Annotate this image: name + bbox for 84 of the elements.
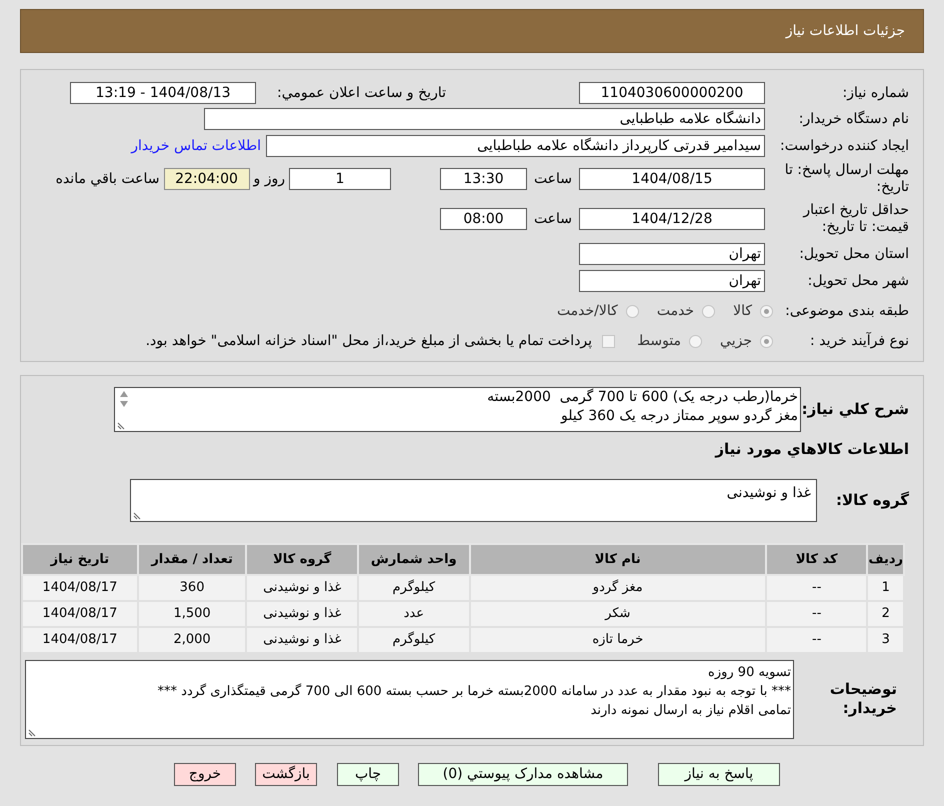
table-cell: عدد (358, 601, 470, 627)
action-button[interactable]: پاسخ به نیاز (658, 763, 780, 786)
text-area[interactable]: غذا و نوشیدنی (130, 478, 817, 522)
field-label: ایجاد کننده درخواست: (779, 138, 910, 154)
table-cell: 3 (867, 627, 904, 653)
text-field[interactable]: دانشگاه علامه طباطبایی (204, 108, 765, 130)
table-cell: 1404/08/17 (22, 627, 138, 653)
text-field[interactable]: 1404/08/13 - 13:19 (70, 82, 256, 104)
field-label: طبقه بندی موضوعی: (784, 302, 910, 320)
field-label: نوع فرآیند خرید : (809, 331, 910, 350)
radio-button[interactable] (689, 334, 702, 348)
radio-label: خدمت (656, 302, 694, 320)
column-header: تعداد / مقدار (138, 544, 246, 575)
column-header: تاریخ نیاز (22, 544, 138, 575)
radio-label: متوسط (637, 332, 682, 350)
text-field[interactable]: تهران (579, 270, 765, 292)
table-cell: 1404/08/17 (22, 601, 138, 627)
radio-label: کالا/خدمت (556, 302, 618, 320)
field-label: ساعت باقي مانده (56, 170, 160, 188)
table-cell: 2 (867, 601, 904, 627)
section-heading: اطلاعات کالاهاي مورد نیاز (714, 439, 909, 460)
radio-button[interactable] (760, 334, 773, 348)
text-field[interactable]: 1404/08/15 (579, 168, 765, 190)
table-cell: -- (766, 601, 868, 627)
remaining-time: 22:04:00 (164, 168, 250, 190)
field-label: گروه کالا: (835, 490, 909, 511)
resize-grip-icon (28, 729, 36, 737)
text-field[interactable]: 1104030600000200 (579, 82, 765, 104)
table-cell: کیلوگرم (358, 575, 470, 601)
table-cell: شکر (470, 601, 766, 627)
radio-button[interactable] (702, 304, 716, 318)
radio-button[interactable] (626, 304, 639, 318)
field-label: ساعت (532, 210, 574, 228)
column-header: گروه کالا (246, 544, 358, 575)
table-cell: 360 (138, 575, 246, 601)
field-label: توضیحات خریدار: (828, 679, 898, 718)
text-field[interactable]: 1404/12/28 (579, 208, 765, 230)
field-label: شهر محل تحویل: (806, 272, 910, 290)
table-cell: خرما تازه (470, 627, 766, 653)
radio-label: کالا (733, 302, 752, 320)
field-label: تاريخ و ساعت اعلان عمومي: (276, 84, 446, 102)
field-label: مهلت ارسال پاسخ: تا تاریخ: (784, 162, 910, 196)
field-label: روز و (252, 170, 286, 188)
table-cell: غذا و نوشیدنی (246, 627, 358, 653)
table-cell: غذا و نوشیدنی (246, 575, 358, 601)
action-button[interactable]: خروج (174, 763, 236, 786)
text-field[interactable]: 1 (289, 168, 391, 190)
column-header: نام کالا (470, 544, 766, 575)
table-cell: 2,000 (138, 627, 246, 653)
field-label: حداقل تاریخ اعتبار قیمت: تا تاریخ: (802, 202, 910, 236)
action-button[interactable]: بازگشت (255, 763, 317, 786)
radio-label: جزيي (720, 332, 752, 350)
column-header: کد کالا (766, 544, 868, 575)
text-field[interactable]: 13:30 (440, 168, 527, 190)
column-header: ردیف (867, 544, 904, 575)
text-field[interactable]: 08:00 (440, 208, 527, 230)
table-cell: 1,500 (138, 601, 246, 627)
checkbox-label: پرداخت تمام یا بخشی از مبلغ خرید،از محل "اسناد خزانه اسلامی" خواهد بود. (146, 332, 592, 350)
table-cell: کیلوگرم (358, 627, 470, 653)
field-label: شماره نیاز: (842, 84, 910, 102)
table-cell: مغز گردو (470, 575, 766, 601)
field-label: استان محل تحویل: (798, 246, 910, 262)
table-cell: غذا و نوشیدنی (246, 601, 358, 627)
scroll-arrows-icon (119, 390, 129, 410)
resize-grip-icon (133, 512, 141, 520)
table-cell: 1 (867, 575, 904, 601)
text-field[interactable]: سیدامیر قدرتی کارپرداز دانشگاه علامه طباطبایی (266, 135, 765, 157)
table-cell: -- (766, 627, 868, 653)
text-area[interactable]: تسویه 90 روزه *** با توجه به نبود مقدار به عدد در سامانه 2000بسته خرما بر حسب بسته 600 الی 700 گرمی قیمتگذاری گردد *** تمامی اقلام نیاز به ارسال نمونه دارند (25, 660, 794, 739)
action-button[interactable]: مشاهده مدارک پیوستي (0) (418, 763, 628, 786)
table-cell: -- (766, 575, 868, 601)
radio-button[interactable] (760, 304, 773, 318)
table-cell: 1404/08/17 (22, 575, 138, 601)
field-label: نام دستگاه خریدار: (798, 110, 910, 128)
checkbox[interactable] (602, 334, 616, 348)
column-header: واحد شمارش (358, 544, 470, 575)
resize-grip-icon (117, 422, 125, 430)
text-area[interactable]: خرما(رطب درجه یک) 600 تا 700 گرمی 2000بسته مغز گردو سوپر ممتاز درجه یک 360 کیلو (114, 386, 801, 432)
page-title: جزئیات اطلاعات نیاز (786, 22, 905, 40)
field-label: شرح کلي نیاز: (801, 398, 909, 420)
field-label: ساعت (532, 170, 574, 188)
action-button[interactable]: چاپ (337, 763, 399, 786)
text-field[interactable]: تهران (579, 243, 765, 265)
buyer-contact-link[interactable]: اطلاعات تماس خریدار (131, 136, 261, 156)
